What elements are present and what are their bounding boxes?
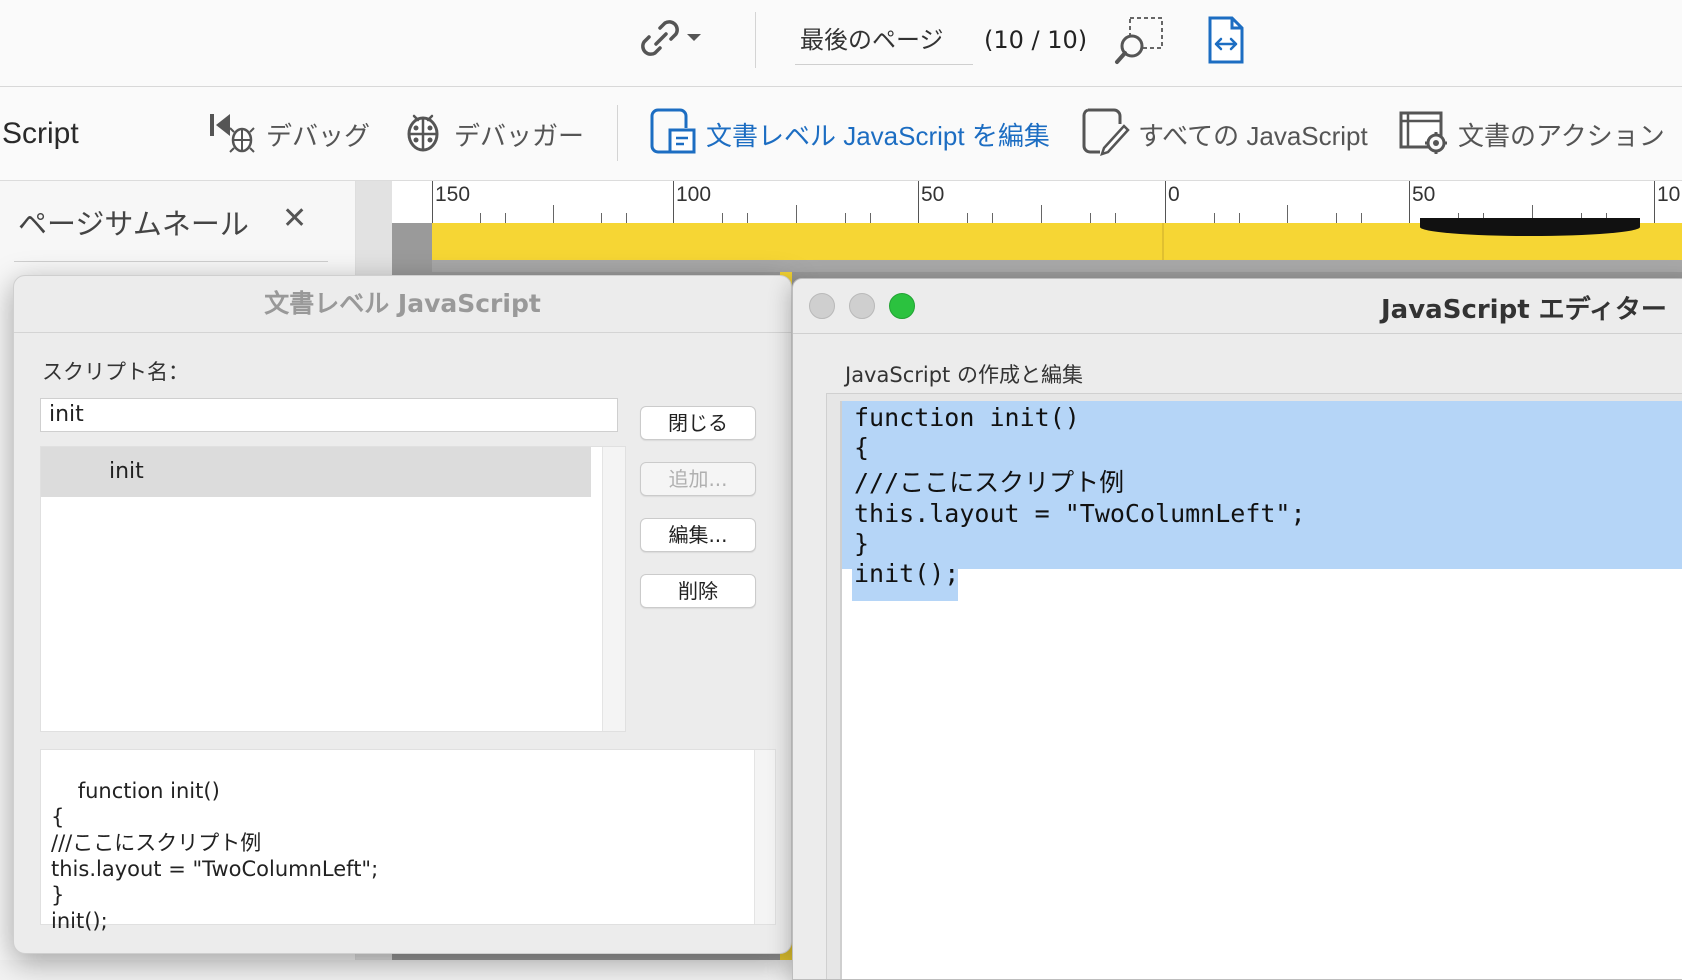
page-divider — [1162, 223, 1164, 260]
page-gray-strip — [432, 260, 1682, 272]
ruler-label: 10 — [1657, 183, 1681, 206]
link-icon — [636, 14, 684, 66]
script-pencil-icon — [1080, 106, 1130, 163]
title-divider — [793, 333, 1682, 334]
code-editor[interactable]: function init() { ///ここにスクリプト例 this.layo… — [840, 401, 1682, 979]
ruler-minor-tick — [626, 213, 627, 223]
dialog-title: 文書レベル JavaScript — [14, 276, 791, 333]
window-minimize-button[interactable] — [849, 293, 875, 319]
window-maximize-button[interactable] — [889, 293, 915, 319]
ruler-minor-tick — [505, 213, 506, 223]
code-line: { — [854, 433, 870, 462]
ruler-minor-tick — [480, 213, 481, 223]
ruler-minor-tick — [1115, 213, 1116, 223]
ruler-major-tick — [673, 181, 674, 223]
chevron-down-icon — [684, 30, 704, 50]
code-preview-text: function init() { ///ここにスクリプト例 this.layo… — [51, 779, 379, 933]
ruler-minor-tick — [870, 213, 871, 223]
panel-title: ページサムネール — [18, 207, 249, 241]
marquee-zoom-button[interactable] — [1114, 16, 1166, 70]
ruler-mid-tick — [1041, 205, 1042, 223]
tool-title: Script — [2, 117, 79, 150]
edit-button[interactable]: 編集... — [640, 518, 756, 552]
ruler-minor-tick — [992, 213, 993, 223]
document-javascript-dialog: 文書レベル JavaScript スクリプト名： init 閉じる 追加... … — [13, 275, 792, 954]
ruler-major-tick — [432, 181, 433, 223]
ruler-major-tick — [1654, 181, 1655, 223]
ruler-label: 150 — [435, 183, 471, 206]
ruler-mid-tick — [1287, 205, 1288, 223]
scrollbar[interactable] — [754, 750, 775, 924]
step-debug-icon — [208, 108, 258, 161]
ruler-label: 50 — [1412, 183, 1436, 206]
toolbar-divider — [755, 12, 756, 68]
ruler-minor-tick — [601, 213, 602, 223]
panel-divider — [14, 261, 328, 262]
ruler-label: 0 — [1168, 183, 1180, 206]
add-button[interactable]: 追加... — [640, 462, 756, 496]
scrollbar[interactable] — [602, 447, 625, 731]
code-line: this.layout = "TwoColumnLeft"; — [854, 499, 1306, 528]
code-line: function init() — [854, 403, 1080, 432]
ruler-label: 100 — [676, 183, 712, 206]
edit-document-javascript-button[interactable]: 文書レベル JavaScript を編集 — [648, 108, 1050, 159]
toolbar-divider — [617, 105, 618, 161]
code-preview: function init() { ///ここにスクリプト例 this.layo… — [40, 749, 776, 933]
debug-button[interactable]: デバッグ — [208, 109, 370, 159]
page-field-underline — [795, 64, 973, 65]
ruler-major-tick — [918, 181, 919, 223]
ruler-minor-tick — [1239, 213, 1240, 223]
ruler-mid-tick — [796, 205, 797, 223]
fit-width-button[interactable] — [1206, 16, 1246, 68]
ruler-minor-tick — [1090, 213, 1091, 223]
top-toolbar: 最後のページ (10 / 10) — [0, 0, 1682, 87]
ruler-minor-tick — [845, 213, 846, 223]
ruler-label: 50 — [921, 183, 945, 206]
fit-width-icon — [1206, 16, 1246, 68]
close-panel-button[interactable]: ✕ — [282, 201, 307, 236]
debugger-button[interactable]: デバッガー — [400, 109, 584, 159]
debugger-label: デバッガー — [454, 120, 585, 151]
ruler-major-tick — [1409, 181, 1410, 223]
ruler-minor-tick — [722, 213, 723, 223]
editor-subtitle: JavaScript の作成と編集 — [845, 363, 1083, 387]
javascript-editor-window: JavaScript エディター JavaScript の作成と編集 funct… — [792, 278, 1682, 980]
code-line: init(); — [854, 559, 960, 588]
edit-document-javascript-label: 文書レベル JavaScript を編集 — [706, 120, 1050, 151]
ruler-major-tick — [1165, 181, 1166, 223]
page-black-shape — [1420, 218, 1640, 236]
all-javascript-button[interactable]: すべての JavaScript — [1080, 108, 1368, 159]
code-line: ///ここにスクリプト例 — [854, 468, 1125, 497]
script-name-input[interactable] — [40, 398, 618, 432]
ruler-minor-tick — [967, 213, 968, 223]
last-page-button[interactable]: 最後のページ — [800, 20, 944, 55]
link-menu-button[interactable] — [636, 16, 716, 64]
window-gear-icon — [1398, 107, 1450, 162]
script-name-label: スクリプト名： — [42, 360, 189, 384]
all-javascript-label: すべての JavaScript — [1138, 120, 1368, 151]
ruler-minor-tick — [747, 213, 748, 223]
script-list[interactable]: init — [40, 446, 626, 732]
list-item[interactable]: init — [41, 447, 591, 497]
document-actions-button[interactable]: 文書のアクション — [1398, 109, 1665, 159]
document-actions-label: 文書のアクション — [1458, 120, 1665, 151]
bug-icon — [400, 108, 446, 161]
delete-button[interactable]: 削除 — [640, 574, 756, 608]
ruler-minor-tick — [1214, 213, 1215, 223]
ruler-minor-tick — [1361, 213, 1362, 223]
window-close-button[interactable] — [809, 293, 835, 319]
page-count: (10 / 10) — [984, 26, 1088, 54]
window-title: JavaScript エディター — [1381, 295, 1667, 325]
close-button[interactable]: 閉じる — [640, 406, 756, 440]
debug-label: デバッグ — [266, 120, 371, 151]
code-line: } — [854, 529, 870, 558]
ruler-minor-tick — [1336, 213, 1337, 223]
javascript-toolbar: Script デバッグ デバッガー 文書レベル JavaScript を編集 す… — [0, 87, 1682, 181]
marquee-zoom-icon — [1114, 17, 1166, 70]
ruler-mid-tick — [553, 205, 554, 223]
document-script-edit-icon — [648, 106, 698, 163]
